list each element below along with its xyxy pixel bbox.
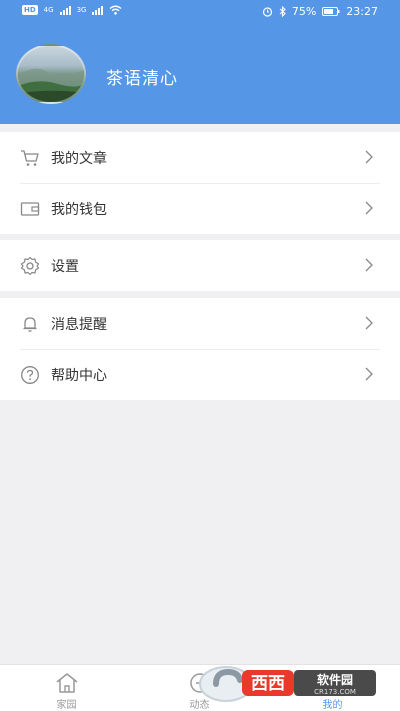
- chevron-right-icon: [365, 367, 373, 381]
- signal-1-label: 4G: [43, 6, 54, 14]
- menu-item-my-articles[interactable]: 我的文章: [0, 132, 400, 183]
- chevron-right-icon: [365, 201, 373, 215]
- gear-icon: [20, 256, 40, 276]
- alarm-icon: [262, 7, 272, 17]
- signal-icon: [59, 5, 71, 15]
- menu-item-my-wallet[interactable]: 我的钱包: [0, 183, 400, 234]
- menu-item-help-center[interactable]: 帮助中心: [0, 349, 400, 400]
- status-left: HD 4G 3G: [22, 5, 122, 15]
- menu-item-label: 我的文章: [51, 151, 107, 167]
- cart-icon: [21, 150, 39, 166]
- avatar-landscape-image: [18, 68, 84, 102]
- battery-icon: [322, 7, 340, 16]
- status-right: 75% 23:27: [262, 5, 378, 18]
- chevron-right-icon: [365, 316, 373, 330]
- menu-group-1: 我的文章 我的钱包: [0, 132, 400, 234]
- home-icon: [56, 673, 78, 693]
- menu-group-2: 设置: [0, 240, 400, 291]
- profile-header: HD 4G 3G 75% 23:27 茶语清心: [0, 0, 400, 124]
- menu-item-settings[interactable]: 设置: [0, 240, 400, 291]
- chevron-right-icon: [365, 258, 373, 272]
- tab-home[interactable]: 家园: [0, 665, 133, 711]
- clock: 23:27: [346, 5, 378, 18]
- network-chip: HD: [22, 5, 38, 15]
- wallet-icon: [20, 202, 40, 216]
- tab-label: 家园: [56, 700, 77, 711]
- menu-item-label: 帮助中心: [51, 368, 107, 384]
- watermark-red-text: 西西: [251, 674, 285, 694]
- battery-percent: 75%: [291, 5, 317, 18]
- username[interactable]: 茶语清心: [106, 64, 178, 89]
- avatar[interactable]: [16, 44, 86, 104]
- menu-group-3: 消息提醒 帮助中心: [0, 298, 400, 400]
- menu-item-label: 消息提醒: [51, 317, 107, 333]
- watermark-graphic: 西西 软件园 CR173.COM: [199, 666, 376, 702]
- chevron-right-icon: [365, 150, 373, 164]
- bluetooth-icon: [279, 6, 286, 17]
- wifi-icon: [110, 5, 122, 15]
- menu-item-label: 设置: [51, 259, 79, 275]
- status-bar: HD 4G 3G 75% 23:27: [0, 0, 400, 24]
- signal-icon-2: [92, 5, 104, 15]
- signal-2-label: 3G: [76, 6, 87, 14]
- question-icon: [21, 366, 39, 384]
- menu-item-notifications[interactable]: 消息提醒: [0, 298, 400, 349]
- bell-icon: [23, 317, 37, 332]
- menu-item-label: 我的钱包: [51, 202, 107, 218]
- watermark-url: CR173.COM: [314, 688, 356, 696]
- watermark-dark-text: 软件园: [317, 672, 353, 687]
- watermark-logo: 西西 软件园 CR173.COM: [196, 660, 382, 704]
